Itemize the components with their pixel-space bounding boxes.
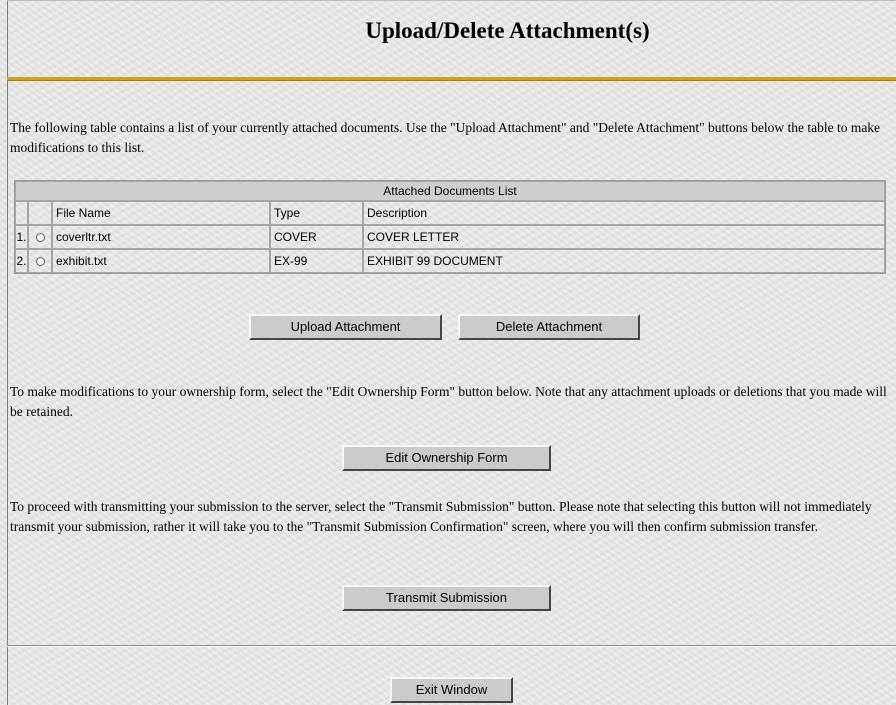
transmit-submission-button[interactable]: Transmit Submission	[342, 585, 551, 611]
header-file-name: File Name	[52, 201, 270, 225]
table-caption: Attached Documents List	[15, 181, 885, 201]
table-header-row: File Name Type Description	[15, 201, 885, 225]
edit-form-text: To make modifications to your ownership …	[10, 384, 887, 419]
attached-documents-table: Attached Documents List File Name Type D…	[14, 180, 886, 274]
row-description: COVER LETTER	[363, 225, 885, 249]
header-description: Description	[363, 201, 885, 225]
table-caption-row: Attached Documents List	[15, 181, 885, 201]
title-divider	[7, 77, 896, 81]
window-frame-top	[7, 0, 896, 1]
transmit-text: To proceed with transmitting your submis…	[10, 499, 872, 534]
exit-window-button[interactable]: Exit Window	[390, 677, 513, 703]
radio-button[interactable]	[35, 233, 45, 243]
edit-ownership-form-button[interactable]: Edit Ownership Form	[342, 445, 551, 471]
row-description: EXHIBIT 99 DOCUMENT	[363, 249, 885, 273]
row-select-radio[interactable]	[28, 249, 52, 273]
delete-attachment-button[interactable]: Delete Attachment	[458, 314, 640, 340]
row-file-name: exhibit.txt	[52, 249, 270, 273]
header-type: Type	[270, 201, 363, 225]
row-file-name: coverltr.txt	[52, 225, 270, 249]
row-type: EX-99	[270, 249, 363, 273]
window-frame-left	[7, 0, 8, 705]
row-select-radio[interactable]	[28, 225, 52, 249]
table-row: 1. coverltr.txt COVER COVER LETTER	[15, 225, 885, 249]
upload-attachment-button[interactable]: Upload Attachment	[249, 314, 442, 340]
table-row: 2. exhibit.txt EX-99 EXHIBIT 99 DOCUMENT	[15, 249, 885, 273]
header-number	[15, 201, 28, 225]
row-type: COVER	[270, 225, 363, 249]
header-select	[28, 201, 52, 225]
page-title: Upload/Delete Attachment(s)	[365, 18, 650, 43]
row-number: 2.	[15, 249, 28, 273]
intro-text: The following table contains a list of y…	[10, 120, 881, 155]
bottom-divider	[7, 645, 896, 647]
radio-button[interactable]	[35, 257, 45, 267]
row-number: 1.	[15, 225, 28, 249]
